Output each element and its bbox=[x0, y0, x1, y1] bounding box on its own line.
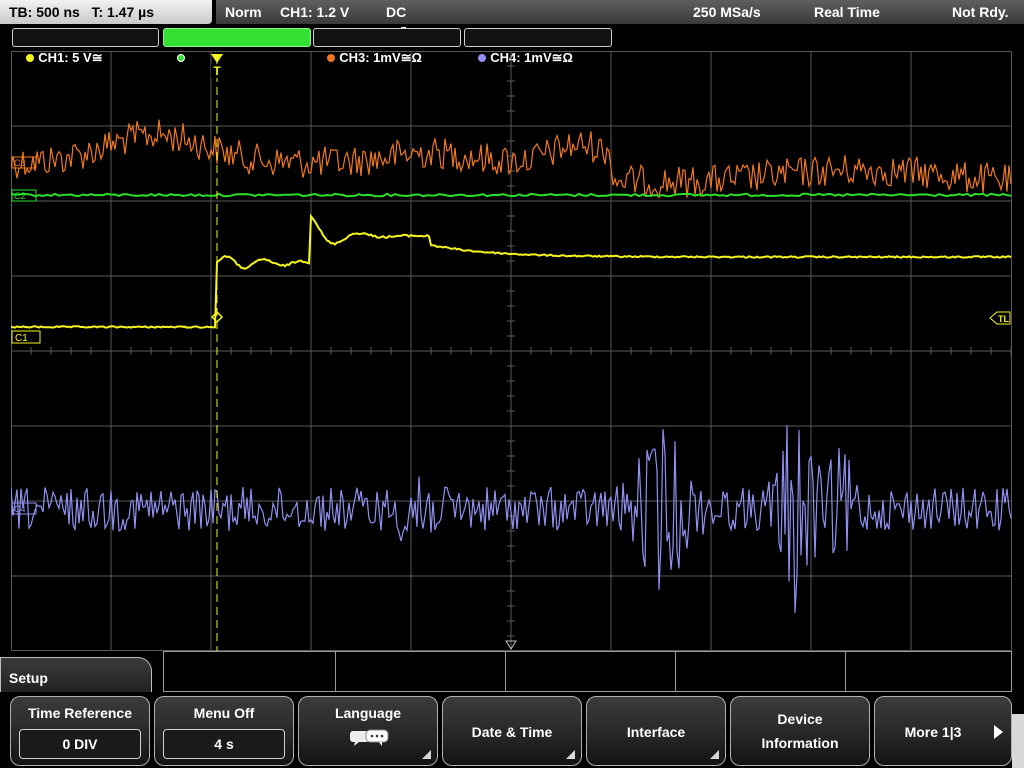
ch4-offset-label: C4 bbox=[14, 504, 26, 514]
channel-tab-ch2[interactable]: CH2: 20 mV≅Ω bbox=[163, 28, 311, 65]
menu-off-value[interactable]: 4 s bbox=[163, 729, 285, 759]
menu-off-button[interactable]: Menu Off 4 s bbox=[154, 696, 294, 766]
ch2-offset-label: C2 bbox=[14, 191, 26, 201]
trigger-mode: Norm bbox=[225, 4, 262, 20]
trigger-position-marker: T bbox=[211, 54, 223, 78]
trigger-time-value: T: 1.47 µs bbox=[91, 4, 155, 20]
setup-menu-title: Setup bbox=[0, 657, 152, 697]
side-scroll-indicator bbox=[1012, 714, 1024, 768]
message-cell bbox=[164, 652, 336, 691]
softkey-bar: Time Reference 0 DIV Menu Off 4 s Langua… bbox=[0, 692, 1024, 768]
trigger-status-bar[interactable]: Norm CH1: 1.2 V DC 250 MSa/s Real Time N… bbox=[216, 0, 1024, 39]
acquisition-mode: Real Time bbox=[814, 4, 880, 20]
acquisition-status: Not Rdy. bbox=[952, 4, 1009, 20]
speech-bubble-icon bbox=[350, 729, 389, 746]
date-time-label: Date & Time bbox=[471, 724, 553, 740]
time-reference-button[interactable]: Time Reference 0 DIV bbox=[10, 696, 150, 766]
date-time-button[interactable]: Date & Time bbox=[442, 696, 582, 766]
submenu-indicator-icon bbox=[710, 750, 719, 759]
message-cell bbox=[675, 652, 846, 691]
ch1-offset-label: C1 bbox=[15, 333, 28, 344]
trigger-level-label: TL bbox=[998, 314, 1009, 324]
waveform-canvas: T C3 C2 C1 C4 TL bbox=[11, 51, 1012, 651]
waveform-display[interactable]: T C3 C2 C1 C4 TL bbox=[11, 51, 1012, 651]
timebase-readout[interactable]: TB: 500 ns T: 1.47 µs bbox=[0, 0, 212, 24]
more-button[interactable]: More 1|3 bbox=[874, 696, 1012, 766]
channel-tab-ch3[interactable]: CH3: 1mV≅Ω bbox=[313, 28, 461, 65]
status-bar: TB: 500 ns T: 1.47 µs Norm CH1: 1.2 V DC… bbox=[0, 0, 1024, 39]
channel-tab-ch1[interactable]: CH1: 5 V≅ bbox=[12, 28, 159, 65]
message-cell bbox=[505, 652, 676, 691]
more-label: More 1|3 bbox=[904, 724, 962, 740]
trigger-position-label: T bbox=[213, 64, 221, 78]
message-cell bbox=[335, 652, 506, 691]
ch1-offset-marker: C1 bbox=[11, 330, 41, 344]
trigger-coupling: DC bbox=[386, 4, 407, 20]
trigger-level-marker: TL bbox=[989, 311, 1011, 325]
submenu-indicator-icon bbox=[422, 750, 431, 759]
timebase-value: TB: 500 ns bbox=[9, 4, 80, 20]
channel-tab-ch4[interactable]: CH4: 1mV≅Ω bbox=[464, 28, 612, 65]
interface-button[interactable]: Interface bbox=[586, 696, 726, 766]
menu-off-label: Menu Off bbox=[193, 705, 255, 721]
ch4-offset-marker: C4 bbox=[11, 502, 37, 515]
setup-title: Setup bbox=[9, 670, 48, 686]
language-label: Language bbox=[334, 705, 402, 721]
arrow-right-icon bbox=[994, 725, 1003, 739]
graticule-grid bbox=[11, 51, 1012, 651]
device-information-button[interactable]: Device Information bbox=[730, 696, 870, 766]
time-reference-value[interactable]: 0 DIV bbox=[19, 729, 141, 759]
message-strip bbox=[163, 651, 1012, 692]
interface-label: Interface bbox=[626, 724, 686, 740]
device-info-label-line2: Information bbox=[761, 735, 839, 751]
device-info-label-line1: Device bbox=[777, 711, 823, 727]
language-button[interactable]: Language bbox=[298, 696, 438, 766]
trigger-source-level: CH1: 1.2 V bbox=[280, 4, 350, 20]
time-reference-label: Time Reference bbox=[27, 705, 132, 721]
submenu-indicator-icon bbox=[566, 750, 575, 759]
sample-rate: 250 MSa/s bbox=[693, 4, 761, 20]
ch3-offset-label: C3 bbox=[14, 158, 26, 168]
